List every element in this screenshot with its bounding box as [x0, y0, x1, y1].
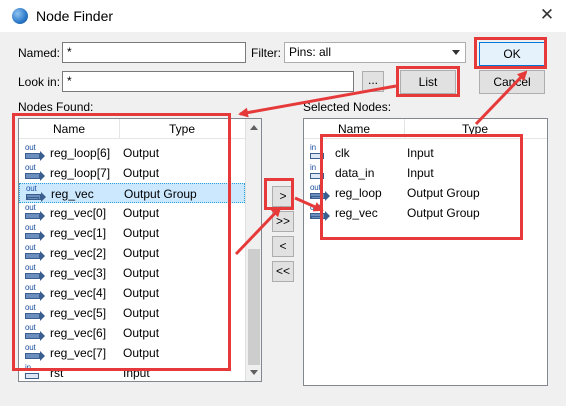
scroll-thumb[interactable]: [248, 249, 260, 365]
pin-direction-text: in: [310, 143, 316, 152]
highlight-selected-nodes: [320, 134, 523, 240]
named-label: Named:: [18, 46, 61, 60]
named-input[interactable]: *: [62, 42, 246, 63]
pin-direction-text: out: [310, 183, 321, 192]
scroll-down-icon[interactable]: [250, 370, 258, 375]
remove-selected-button[interactable]: <: [272, 236, 294, 257]
close-icon[interactable]: ✕: [536, 4, 558, 26]
window-title: Node Finder: [36, 8, 114, 24]
chevron-down-icon: [452, 50, 460, 55]
lookin-input[interactable]: *: [62, 71, 354, 92]
scroll-up-icon[interactable]: [250, 125, 258, 130]
filter-value: Pins: all: [289, 45, 332, 59]
app-icon: [12, 8, 28, 24]
pin-direction-text: out: [310, 203, 321, 212]
nodes-found-heading: Nodes Found:: [18, 100, 94, 114]
highlight-list: [396, 66, 460, 97]
filter-label: Filter:: [251, 46, 281, 60]
highlight-add-button: [264, 178, 294, 210]
filter-select[interactable]: Pins: all: [284, 42, 466, 63]
cancel-button[interactable]: Cancel: [479, 70, 545, 94]
pin-direction-text: in: [310, 163, 316, 172]
add-all-button[interactable]: >>: [272, 211, 294, 232]
selected-nodes-heading: Selected Nodes:: [303, 100, 392, 114]
remove-all-button[interactable]: <<: [272, 261, 294, 282]
lookin-label: Look in:: [18, 75, 61, 89]
highlight-nodes-found: [12, 113, 231, 371]
browse-button[interactable]: ...: [362, 71, 384, 92]
highlight-ok: [474, 37, 547, 69]
nodes-found-scrollbar[interactable]: [245, 119, 261, 381]
